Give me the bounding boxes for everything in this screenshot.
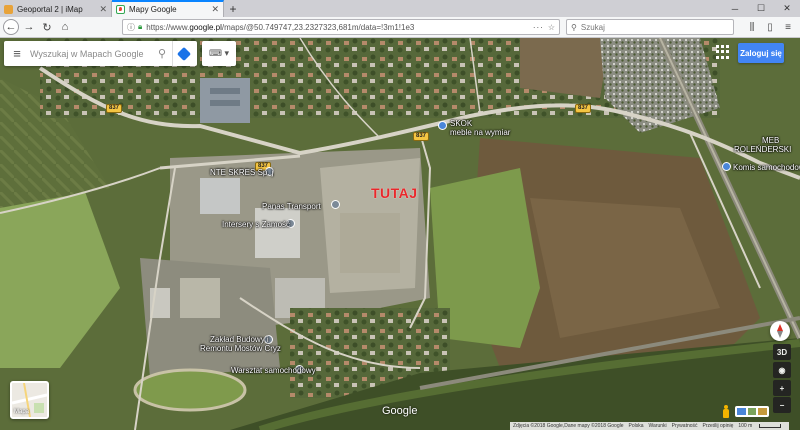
business-pin-icon[interactable] [331,200,340,209]
place-label[interactable]: Warsztat samochodowy [231,366,316,375]
sidebar-icon[interactable]: ▯ [762,19,778,35]
url-text[interactable]: https://www.google.pl/maps/@50.749747,23… [146,23,529,32]
keyboard-icon: ⌨ ▾ [208,48,229,58]
google-maps-favicon-icon [116,5,125,14]
zoom-in-button[interactable]: + [773,380,791,396]
pegman-icon[interactable] [722,405,730,419]
tab-google-maps[interactable]: Mapy Google ✕ [112,0,224,17]
home-icon[interactable]: ⌂ [57,19,73,35]
scale-bar [759,424,782,428]
place-label[interactable]: Zakład Budowy i [210,335,269,344]
close-tab-icon[interactable]: ✕ [211,4,219,15]
browser-search-bar[interactable]: ⚲ Szukaj [566,19,734,35]
lock-icon[interactable]: 🔒︎ [138,22,142,32]
forward-arrow-icon[interactable]: → [21,19,37,35]
shopping-pin-icon[interactable] [438,121,447,130]
map-footer: Zdjęcia ©2018 Google,Dane mapy ©2018 Goo… [510,422,790,430]
search-icon: ⚲ [571,22,577,32]
place-label[interactable]: ROLEŃDERSKI [734,145,791,154]
tab-title: Mapy Google [129,5,177,14]
minimize-icon[interactable]: ─ [722,0,748,17]
road-number-badge: 837 [575,104,592,113]
maximize-icon[interactable]: ☐ [748,0,774,17]
place-label[interactable]: Intersery s Zamość [222,220,290,229]
search-icon[interactable]: ⚲ [152,47,172,60]
place-label[interactable]: MEB [762,136,779,145]
maps-search-input[interactable] [30,48,152,59]
map-canvas[interactable]: ≡ ⚲ ⌨ ▾ Zaloguj się 837 837 837 837 SKOK… [0,38,800,430]
hamburger-menu-icon[interactable]: ≡ [780,19,796,35]
place-label[interactable]: Komis samochodowy [733,163,800,172]
geoportal-favicon-icon [4,4,13,14]
bookmark-star-icon[interactable]: ☆ [548,23,555,32]
road-number-badge: 837 [413,132,430,141]
google-apps-icon[interactable] [716,45,730,59]
terms-link[interactable]: Warunki [649,423,667,429]
page-actions-icon[interactable]: ··· [533,23,544,32]
tab-geoportal[interactable]: Geoportal 2 | iMap ✕ [0,1,112,17]
input-tools-button[interactable]: ⌨ ▾ [202,41,236,66]
address-bar[interactable]: ⓘ 🔒︎ https://www.google.pl/maps/@50.7497… [122,19,560,35]
country-label: Polska [628,423,644,429]
tilt-3d-button[interactable]: 3D [773,344,791,360]
navigation-toolbar: ← → ↻ ⌂ ⓘ 🔒︎ https://www.google.pl/maps/… [0,17,800,38]
directions-icon[interactable] [172,41,194,66]
tab-bar: Geoportal 2 | iMap ✕ Mapy Google ✕ + ─ ☐… [0,0,800,17]
imagery-thumbnails[interactable] [735,406,769,417]
compass-icon[interactable] [770,321,790,341]
layer-switcher-button[interactable]: Mapa [10,381,49,419]
place-label[interactable]: Remontu Mostów Cryz [200,344,281,353]
maps-search-box: ≡ ⚲ [4,41,197,66]
new-tab-button[interactable]: + [224,1,242,17]
google-logo: Google [382,405,418,417]
sign-in-button[interactable]: Zaloguj się [738,43,784,63]
imagery-credit: Zdjęcia ©2018 Google,Dane mapy ©2018 Goo… [513,423,624,429]
place-label[interactable]: meble na wymiar [450,128,510,137]
browser-search-placeholder: Szukaj [580,22,605,32]
layer-switcher-label: Mapa [14,409,30,415]
window-controls: ─ ☐ ✕ [722,0,800,17]
place-label[interactable]: NTE SKRES Sp. j [210,168,274,177]
shopping-pin-icon[interactable] [722,162,731,171]
scale-label[interactable]: 100 m [738,423,752,429]
feedback-link[interactable]: Prześlij opinię [703,423,734,429]
close-tab-icon[interactable]: ✕ [99,4,107,15]
tutaj-marker-label: TUTAJ [371,185,418,201]
location-target-icon: ◉ [778,365,786,375]
zoom-out-button[interactable]: − [773,397,791,413]
back-arrow-icon[interactable]: ← [3,19,19,35]
close-window-icon[interactable]: ✕ [774,0,800,17]
satellite-imagery[interactable] [0,38,800,430]
privacy-link[interactable]: Prywatność [672,423,698,429]
hamburger-menu-icon[interactable]: ≡ [4,46,30,61]
reload-icon[interactable]: ↻ [39,19,55,35]
toolbar-icons: ⫼ ▯ ≡ [742,19,796,35]
place-label[interactable]: SKOK [450,119,472,128]
tab-title: Geoportal 2 | iMap [17,4,83,14]
my-location-button[interactable]: ◉ [773,362,791,378]
info-icon[interactable]: ⓘ [127,22,135,33]
road-number-badge: 837 [106,104,123,113]
library-icon[interactable]: ⫼ [744,19,760,35]
place-label[interactable]: Panas Transport [262,202,321,211]
